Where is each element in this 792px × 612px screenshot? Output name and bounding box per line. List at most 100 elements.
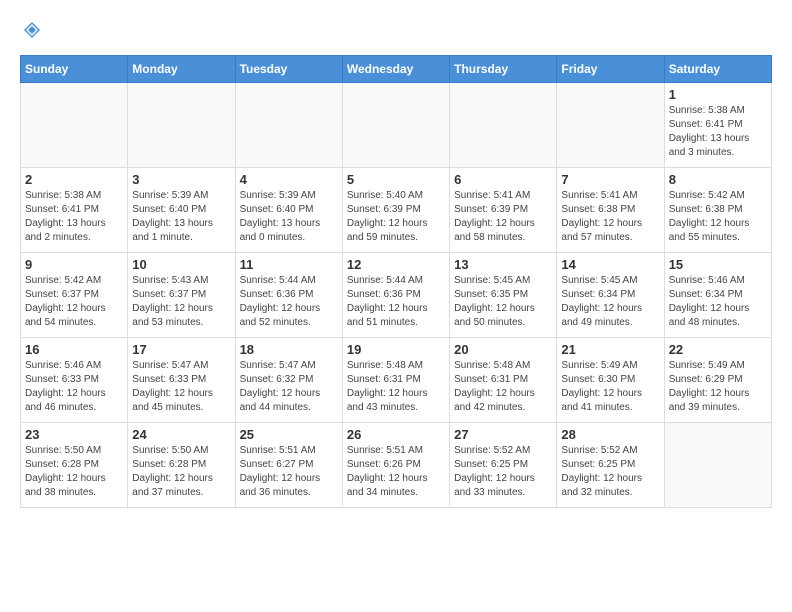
calendar-cell: 1Sunrise: 5:38 AM Sunset: 6:41 PM Daylig…	[664, 83, 771, 168]
day-info: Sunrise: 5:40 AM Sunset: 6:39 PM Dayligh…	[347, 189, 445, 245]
calendar-cell: 28 Sunrise: 5:52 AM Sunset: 6:25 PM Dayli…	[557, 423, 664, 508]
calendar-cell: 11 Sunrise: 5:44 AM Sunset: 6:36 PM Dayli…	[235, 253, 342, 338]
day-number: 23	[25, 427, 123, 442]
day-number: 22	[669, 342, 767, 357]
calendar-header-row: SundayMondayTuesdayWednesdayThursdayFrid…	[21, 56, 772, 83]
day-number: 4	[240, 172, 338, 187]
day-info: Sunrise: 5:41 AM Sunset: 6:39 PM Dayligh…	[454, 189, 552, 245]
calendar-cell: 20 Sunrise: 5:48 AM Sunset: 6:31 PM Dayli…	[450, 338, 557, 423]
calendar-cell: 4 Sunrise: 5:39 AM Sunset: 6:40 PM Daylig…	[235, 168, 342, 253]
day-info: Sunrise: 5:45 AM Sunset: 6:34 PM Dayligh…	[561, 274, 659, 330]
day-number: 25	[240, 427, 338, 442]
calendar-cell: 12 Sunrise: 5:44 AM Sunset: 6:36 PM Dayli…	[342, 253, 449, 338]
calendar-cell: 14 Sunrise: 5:45 AM Sunset: 6:34 PM Dayli…	[557, 253, 664, 338]
week-row-3: 9 Sunrise: 5:42 AM Sunset: 6:37 PM Daylig…	[21, 253, 772, 338]
calendar-cell: 26 Sunrise: 5:51 AM Sunset: 6:26 PM Dayli…	[342, 423, 449, 508]
day-number: 9	[25, 257, 123, 272]
calendar-cell: 17 Sunrise: 5:47 AM Sunset: 6:33 PM Dayli…	[128, 338, 235, 423]
day-info: Sunrise: 5:50 AM Sunset: 6:28 PM Dayligh…	[25, 444, 123, 500]
day-number: 28	[561, 427, 659, 442]
calendar-cell	[557, 83, 664, 168]
day-info: Sunrise: 5:50 AM Sunset: 6:28 PM Dayligh…	[132, 444, 230, 500]
calendar-cell	[450, 83, 557, 168]
calendar-cell: 16 Sunrise: 5:46 AM Sunset: 6:33 PM Dayli…	[21, 338, 128, 423]
day-info: Sunrise: 5:47 AM Sunset: 6:32 PM Dayligh…	[240, 359, 338, 415]
day-info: Sunrise: 5:43 AM Sunset: 6:37 PM Dayligh…	[132, 274, 230, 330]
weekday-header-monday: Monday	[128, 56, 235, 83]
day-info: Sunrise: 5:49 AM Sunset: 6:30 PM Dayligh…	[561, 359, 659, 415]
day-number: 11	[240, 257, 338, 272]
day-number: 3	[132, 172, 230, 187]
calendar-cell	[128, 83, 235, 168]
day-number: 20	[454, 342, 552, 357]
calendar-cell: 15 Sunrise: 5:46 AM Sunset: 6:34 PM Dayli…	[664, 253, 771, 338]
day-info: Sunrise: 5:47 AM Sunset: 6:33 PM Dayligh…	[132, 359, 230, 415]
calendar-table: SundayMondayTuesdayWednesdayThursdayFrid…	[20, 55, 772, 508]
day-number: 2	[25, 172, 123, 187]
day-info: Sunrise: 5:46 AM Sunset: 6:34 PM Dayligh…	[669, 274, 767, 330]
day-info: Sunrise: 5:51 AM Sunset: 6:27 PM Dayligh…	[240, 444, 338, 500]
weekday-header-thursday: Thursday	[450, 56, 557, 83]
day-number: 17	[132, 342, 230, 357]
calendar-cell: 19 Sunrise: 5:48 AM Sunset: 6:31 PM Dayli…	[342, 338, 449, 423]
day-number: 21	[561, 342, 659, 357]
day-info: Sunrise: 5:48 AM Sunset: 6:31 PM Dayligh…	[454, 359, 552, 415]
day-number: 12	[347, 257, 445, 272]
calendar-cell: 5 Sunrise: 5:40 AM Sunset: 6:39 PM Daylig…	[342, 168, 449, 253]
week-row-5: 23 Sunrise: 5:50 AM Sunset: 6:28 PM Dayli…	[21, 423, 772, 508]
day-info: Sunrise: 5:46 AM Sunset: 6:33 PM Dayligh…	[25, 359, 123, 415]
day-info: Sunrise: 5:39 AM Sunset: 6:40 PM Dayligh…	[132, 189, 230, 245]
day-info: Sunrise: 5:44 AM Sunset: 6:36 PM Dayligh…	[240, 274, 338, 330]
day-info: Sunrise: 5:48 AM Sunset: 6:31 PM Dayligh…	[347, 359, 445, 415]
day-number: 16	[25, 342, 123, 357]
logo-icon	[22, 20, 42, 40]
calendar-cell: 23 Sunrise: 5:50 AM Sunset: 6:28 PM Dayli…	[21, 423, 128, 508]
day-info: Sunrise: 5:42 AM Sunset: 6:37 PM Dayligh…	[25, 274, 123, 330]
calendar-cell: 27Sunrise: 5:52 AM Sunset: 6:25 PM Dayli…	[450, 423, 557, 508]
day-info: Sunrise: 5:38 AM Sunset: 6:41 PM Dayligh…	[25, 189, 123, 245]
week-row-4: 16 Sunrise: 5:46 AM Sunset: 6:33 PM Dayli…	[21, 338, 772, 423]
calendar-cell: 18Sunrise: 5:47 AM Sunset: 6:32 PM Dayli…	[235, 338, 342, 423]
day-number: 1	[669, 87, 767, 102]
day-number: 14	[561, 257, 659, 272]
page-header	[20, 20, 772, 45]
day-number: 6	[454, 172, 552, 187]
calendar-cell: 21 Sunrise: 5:49 AM Sunset: 6:30 PM Dayli…	[557, 338, 664, 423]
day-number: 19	[347, 342, 445, 357]
day-info: Sunrise: 5:39 AM Sunset: 6:40 PM Dayligh…	[240, 189, 338, 245]
week-row-1: 1Sunrise: 5:38 AM Sunset: 6:41 PM Daylig…	[21, 83, 772, 168]
calendar-cell: 2 Sunrise: 5:38 AM Sunset: 6:41 PM Daylig…	[21, 168, 128, 253]
week-row-2: 2 Sunrise: 5:38 AM Sunset: 6:41 PM Daylig…	[21, 168, 772, 253]
day-info: Sunrise: 5:52 AM Sunset: 6:25 PM Dayligh…	[561, 444, 659, 500]
calendar-cell: 7 Sunrise: 5:41 AM Sunset: 6:38 PM Daylig…	[557, 168, 664, 253]
day-info: Sunrise: 5:41 AM Sunset: 6:38 PM Dayligh…	[561, 189, 659, 245]
day-info: Sunrise: 5:44 AM Sunset: 6:36 PM Dayligh…	[347, 274, 445, 330]
day-number: 13	[454, 257, 552, 272]
calendar-cell: 6 Sunrise: 5:41 AM Sunset: 6:39 PM Daylig…	[450, 168, 557, 253]
day-info: Sunrise: 5:52 AM Sunset: 6:25 PM Dayligh…	[454, 444, 552, 500]
calendar-cell: 10 Sunrise: 5:43 AM Sunset: 6:37 PM Dayli…	[128, 253, 235, 338]
day-number: 15	[669, 257, 767, 272]
day-number: 24	[132, 427, 230, 442]
calendar-cell: 25 Sunrise: 5:51 AM Sunset: 6:27 PM Dayli…	[235, 423, 342, 508]
day-number: 7	[561, 172, 659, 187]
weekday-header-tuesday: Tuesday	[235, 56, 342, 83]
calendar-body: 1 Sunrise: 5:38 AM Sunset: 6:41 PM Daylig…	[21, 83, 772, 508]
day-number: 8	[669, 172, 767, 187]
calendar-cell: 22 Sunrise: 5:49 AM Sunset: 6:29 PM Dayli…	[664, 338, 771, 423]
day-info: Sunrise: 5:49 AM Sunset: 6:29 PM Dayligh…	[669, 359, 767, 415]
day-info: Sunrise: 5:45 AM Sunset: 6:35 PM Dayligh…	[454, 274, 552, 330]
weekday-header-saturday: Saturday	[664, 56, 771, 83]
calendar-cell	[21, 83, 128, 168]
weekday-header-wednesday: Wednesday	[342, 56, 449, 83]
logo	[20, 20, 42, 45]
day-number: 26	[347, 427, 445, 442]
day-number: 5	[347, 172, 445, 187]
calendar-cell: 24 Sunrise: 5:50 AM Sunset: 6:28 PM Dayli…	[128, 423, 235, 508]
day-number: 10	[132, 257, 230, 272]
calendar-cell	[342, 83, 449, 168]
calendar-cell: 13 Sunrise: 5:45 AM Sunset: 6:35 PM Dayli…	[450, 253, 557, 338]
calendar-cell	[235, 83, 342, 168]
weekday-header-sunday: Sunday	[21, 56, 128, 83]
day-info: Sunrise: 5:51 AM Sunset: 6:26 PM Dayligh…	[347, 444, 445, 500]
